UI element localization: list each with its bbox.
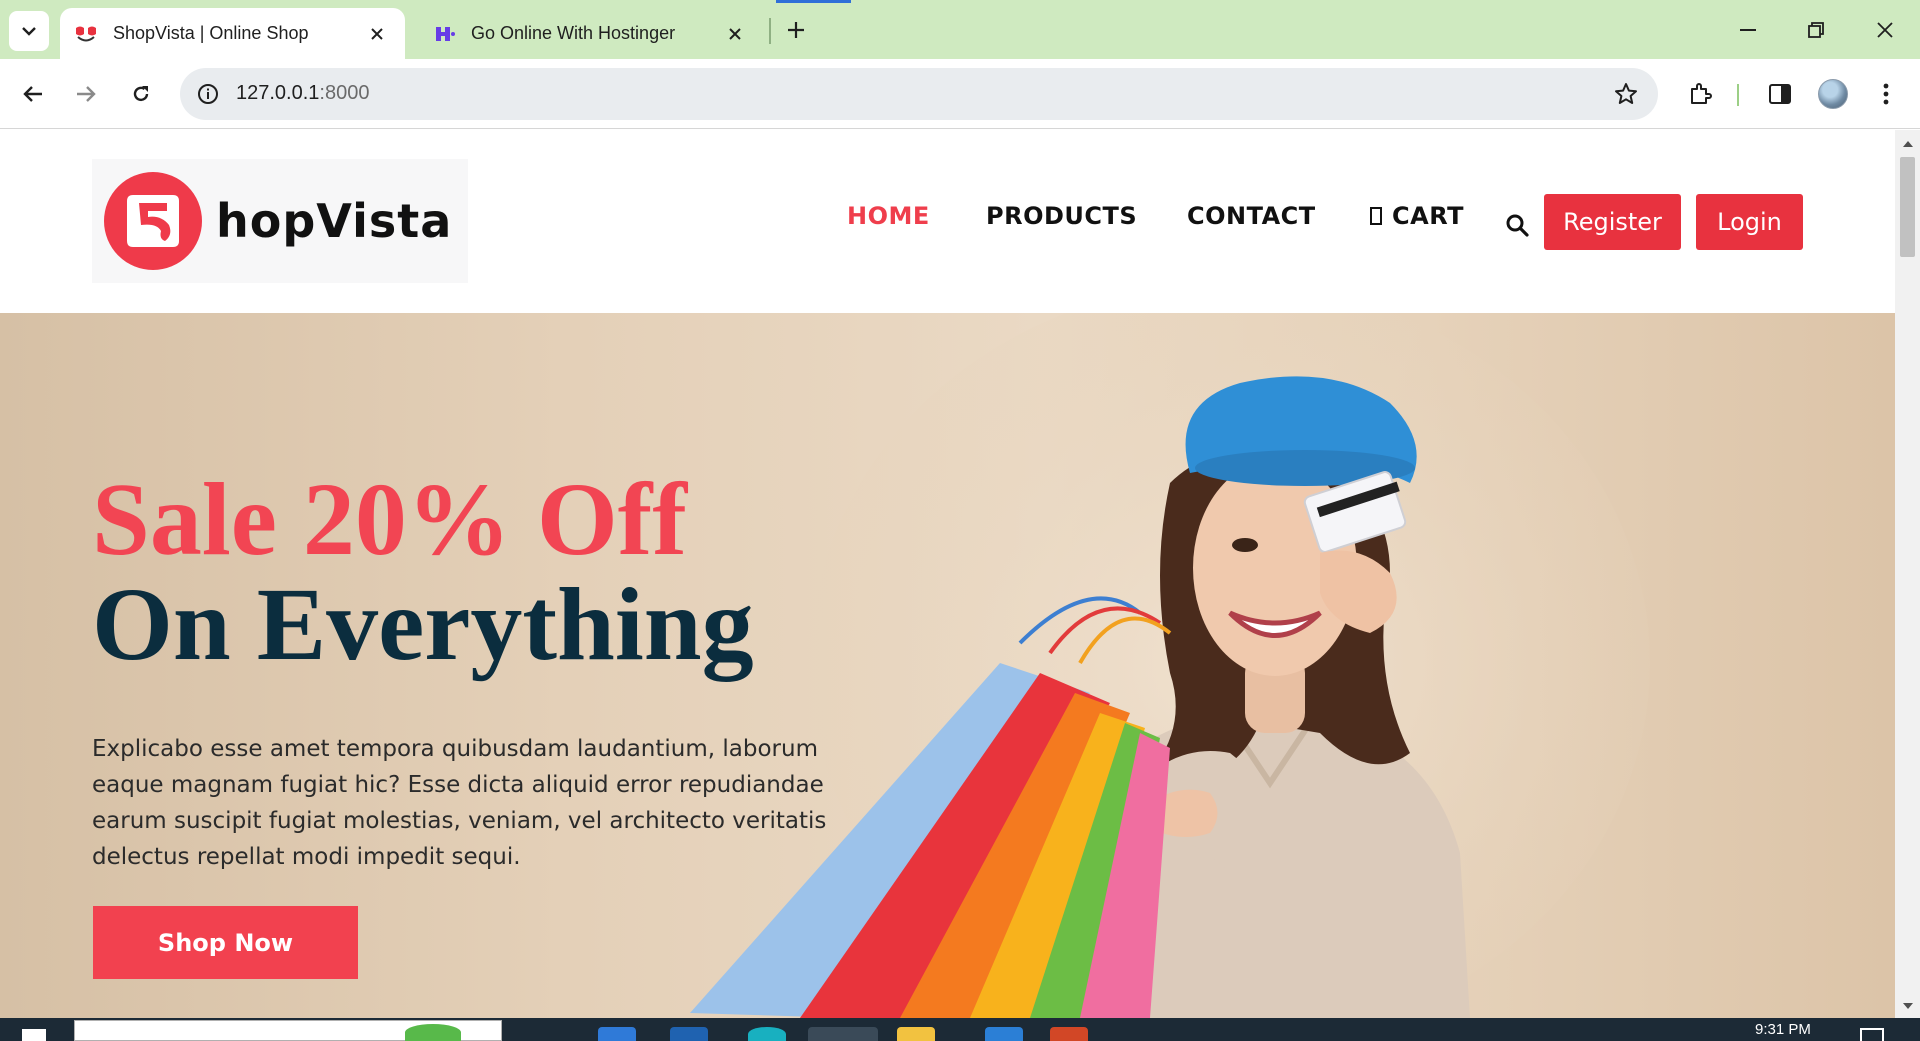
site-header: hopVista HOME PRODUCTS CONTACT CART Regi…: [0, 130, 1895, 313]
menu-button[interactable]: [1866, 74, 1906, 114]
toolbar-divider: [1737, 84, 1739, 106]
taskbar-app[interactable]: [748, 1027, 786, 1041]
logo-mark: [104, 172, 202, 270]
star-icon[interactable]: [1612, 80, 1640, 108]
nav-contact[interactable]: CONTACT: [1187, 202, 1316, 230]
scroll-up-arrow[interactable]: [1895, 134, 1920, 154]
search-highlight-image: [405, 1024, 461, 1041]
menu-icon: [1883, 83, 1889, 105]
taskbar-app[interactable]: [598, 1027, 636, 1041]
taskbar-app[interactable]: [985, 1027, 1023, 1041]
os-taskbar: 9:31 PM: [0, 1018, 1920, 1041]
browser-toolbar: 127.0.0.1:8000: [0, 59, 1920, 129]
window-close-icon: [1877, 22, 1893, 38]
forward-button[interactable]: [66, 74, 106, 114]
scrollbar-thumb[interactable]: [1900, 157, 1915, 257]
tab-search-icon: [22, 27, 36, 36]
nav-products[interactable]: PRODUCTS: [986, 202, 1137, 230]
hero-image: [690, 313, 1650, 1018]
start-button[interactable]: [22, 1029, 46, 1041]
nav-cart-label: CART: [1392, 202, 1464, 230]
url-host: 127.0.0.1: [236, 82, 320, 104]
extensions-button[interactable]: [1680, 74, 1720, 114]
window-close-button[interactable]: [1862, 10, 1908, 50]
profile-avatar: [1818, 79, 1848, 109]
taskbar-app[interactable]: [670, 1027, 708, 1041]
restore-button[interactable]: [1793, 10, 1839, 50]
tab-hostinger[interactable]: Go Online With Hostinger: [418, 8, 763, 59]
site-logo[interactable]: hopVista: [92, 159, 468, 283]
tab-shopvista[interactable]: ShopVista | Online Shop: [60, 8, 405, 59]
web-page: hopVista HOME PRODUCTS CONTACT CART Regi…: [0, 130, 1895, 1018]
address-bar[interactable]: 127.0.0.1:8000: [180, 68, 1658, 120]
nav-cart[interactable]: CART: [1370, 202, 1464, 230]
search-button[interactable]: [1502, 210, 1532, 240]
close-icon[interactable]: [363, 20, 391, 48]
tab-title: ShopVista | Online Shop: [113, 23, 309, 43]
hero-title-sale: Sale 20% Off: [92, 462, 688, 577]
search-icon: [1506, 214, 1529, 237]
back-button[interactable]: [13, 74, 53, 114]
extensions-icon: [1691, 83, 1712, 104]
cart-icon: [1370, 207, 1382, 225]
browser-tab-bar: ShopVista | Online Shop Go Online With H…: [0, 0, 1920, 59]
back-icon: [23, 86, 42, 102]
logo-text: hopVista: [216, 194, 453, 248]
minimize-icon: [1740, 29, 1756, 31]
plus-icon: [788, 22, 804, 38]
register-button[interactable]: Register: [1544, 194, 1681, 250]
nav-home[interactable]: HOME: [847, 202, 930, 230]
forward-icon: [77, 86, 96, 102]
login-button[interactable]: Login: [1696, 194, 1803, 250]
minimize-button[interactable]: [1725, 10, 1771, 50]
hero-description: Explicabo esse amet tempora quibusdam la…: [92, 736, 827, 870]
tab-loading-indicator: [776, 0, 851, 3]
taskbar-app[interactable]: [1050, 1027, 1088, 1041]
notification-icon[interactable]: [1860, 1028, 1884, 1041]
reload-icon: [133, 86, 149, 102]
taskbar-clock[interactable]: 9:31 PM: [1755, 1021, 1811, 1038]
profile-button[interactable]: [1813, 74, 1853, 114]
close-icon[interactable]: [721, 20, 749, 48]
favicon-shopvista: [73, 21, 99, 47]
url-text[interactable]: 127.0.0.1:8000: [236, 82, 369, 105]
info-icon[interactable]: [192, 78, 224, 110]
favicon-hostinger: [431, 21, 457, 47]
tab-search-button[interactable]: [9, 11, 49, 51]
taskbar-app[interactable]: [897, 1027, 935, 1041]
side-panel-button[interactable]: [1760, 74, 1800, 114]
new-tab-button[interactable]: [778, 12, 814, 48]
url-port: :8000: [319, 82, 370, 104]
hero-title-everything: On Everything: [92, 567, 754, 682]
shop-now-button[interactable]: Shop Now: [93, 906, 358, 979]
restore-icon: [1808, 22, 1824, 38]
reload-button[interactable]: [121, 74, 161, 114]
page-scrollbar[interactable]: [1895, 130, 1920, 1018]
side-panel-icon: [1769, 84, 1791, 104]
taskbar-app-chrome[interactable]: [808, 1027, 878, 1041]
tab-title: Go Online With Hostinger: [471, 23, 676, 43]
hero-banner: Sale 20% Off On Everything Explicabo ess…: [0, 313, 1895, 1018]
tab-divider: [769, 18, 771, 44]
scroll-down-arrow[interactable]: [1895, 996, 1920, 1016]
